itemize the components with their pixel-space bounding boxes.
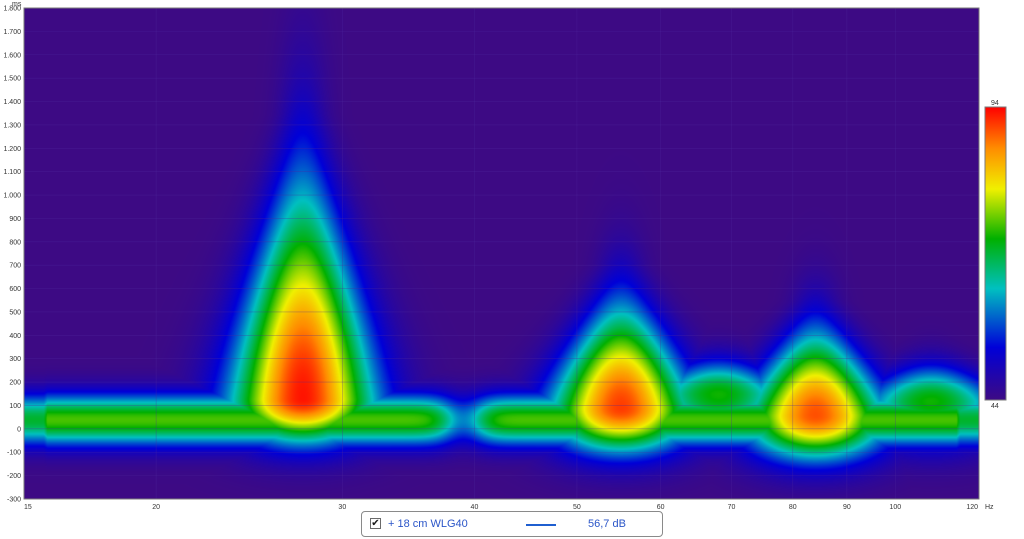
y-tick-label: 1.200	[3, 146, 21, 153]
x-tick-label: 30	[338, 504, 346, 511]
x-tick-label: 70	[728, 504, 736, 511]
y-tick-label: 300	[9, 356, 21, 363]
y-tick-label: 700	[9, 263, 21, 270]
x-tick-label: 20	[152, 504, 160, 511]
legend-box: ✔ + 18 cm WLG40 56,7 dB	[361, 511, 663, 537]
x-tick-label: 100	[889, 504, 901, 511]
x-tick-label: 80	[789, 504, 797, 511]
x-tick-label: 15	[24, 504, 32, 511]
y-tick-label: 1.700	[3, 29, 21, 36]
x-axis-ticks: 15 20 30 40 50 60 70 80 90 100 120	[24, 504, 978, 511]
colorbar-min-label: 44	[991, 403, 999, 410]
heatmap-surface	[24, 8, 979, 499]
y-tick-label: -200	[7, 473, 21, 480]
y-tick-label: 1.000	[3, 193, 21, 200]
y-tick-label: 200	[9, 380, 21, 387]
y-tick-label: 1.500	[3, 76, 21, 83]
colorbar	[984, 106, 1007, 401]
series-checkbox[interactable]: ✔	[370, 518, 381, 529]
legend-line-swatch	[526, 524, 556, 526]
colorbar-max-label: 94	[991, 100, 999, 107]
legend-value: 56,7 dB	[588, 518, 626, 530]
x-tick-label: 60	[657, 504, 665, 511]
y-tick-label: 1.600	[3, 52, 21, 59]
y-tick-label: 900	[9, 216, 21, 223]
y-tick-label: 0	[17, 426, 21, 433]
y-tick-label: 1.300	[3, 122, 21, 129]
y-tick-label: -300	[7, 497, 21, 504]
y-tick-label: 500	[9, 309, 21, 316]
y-tick-label: 600	[9, 286, 21, 293]
y-tick-label: -100	[7, 450, 21, 457]
legend-series-name: + 18 cm WLG40	[388, 518, 468, 530]
x-tick-label: 90	[843, 504, 851, 511]
y-unit-label: ms	[12, 1, 22, 8]
y-tick-label: 400	[9, 333, 21, 340]
waterfall-chart: -300 -200 -100 0 100 200 300 400 500 600 700 800 900…	[3, 1, 1007, 511]
y-tick-label: 800	[9, 239, 21, 246]
y-axis-ticks: -300 -200 -100 0 100 200 300 400 500 600 700 800 900…	[3, 6, 21, 504]
y-tick-label: 1.400	[3, 99, 21, 106]
x-tick-label: 120	[966, 504, 978, 511]
x-tick-label: 50	[573, 504, 581, 511]
x-tick-label: 40	[471, 504, 479, 511]
x-unit-label: Hz	[985, 504, 994, 511]
y-tick-label: 1.100	[3, 169, 21, 176]
heatmap-canvas	[24, 8, 979, 499]
y-tick-label: 100	[9, 403, 21, 410]
